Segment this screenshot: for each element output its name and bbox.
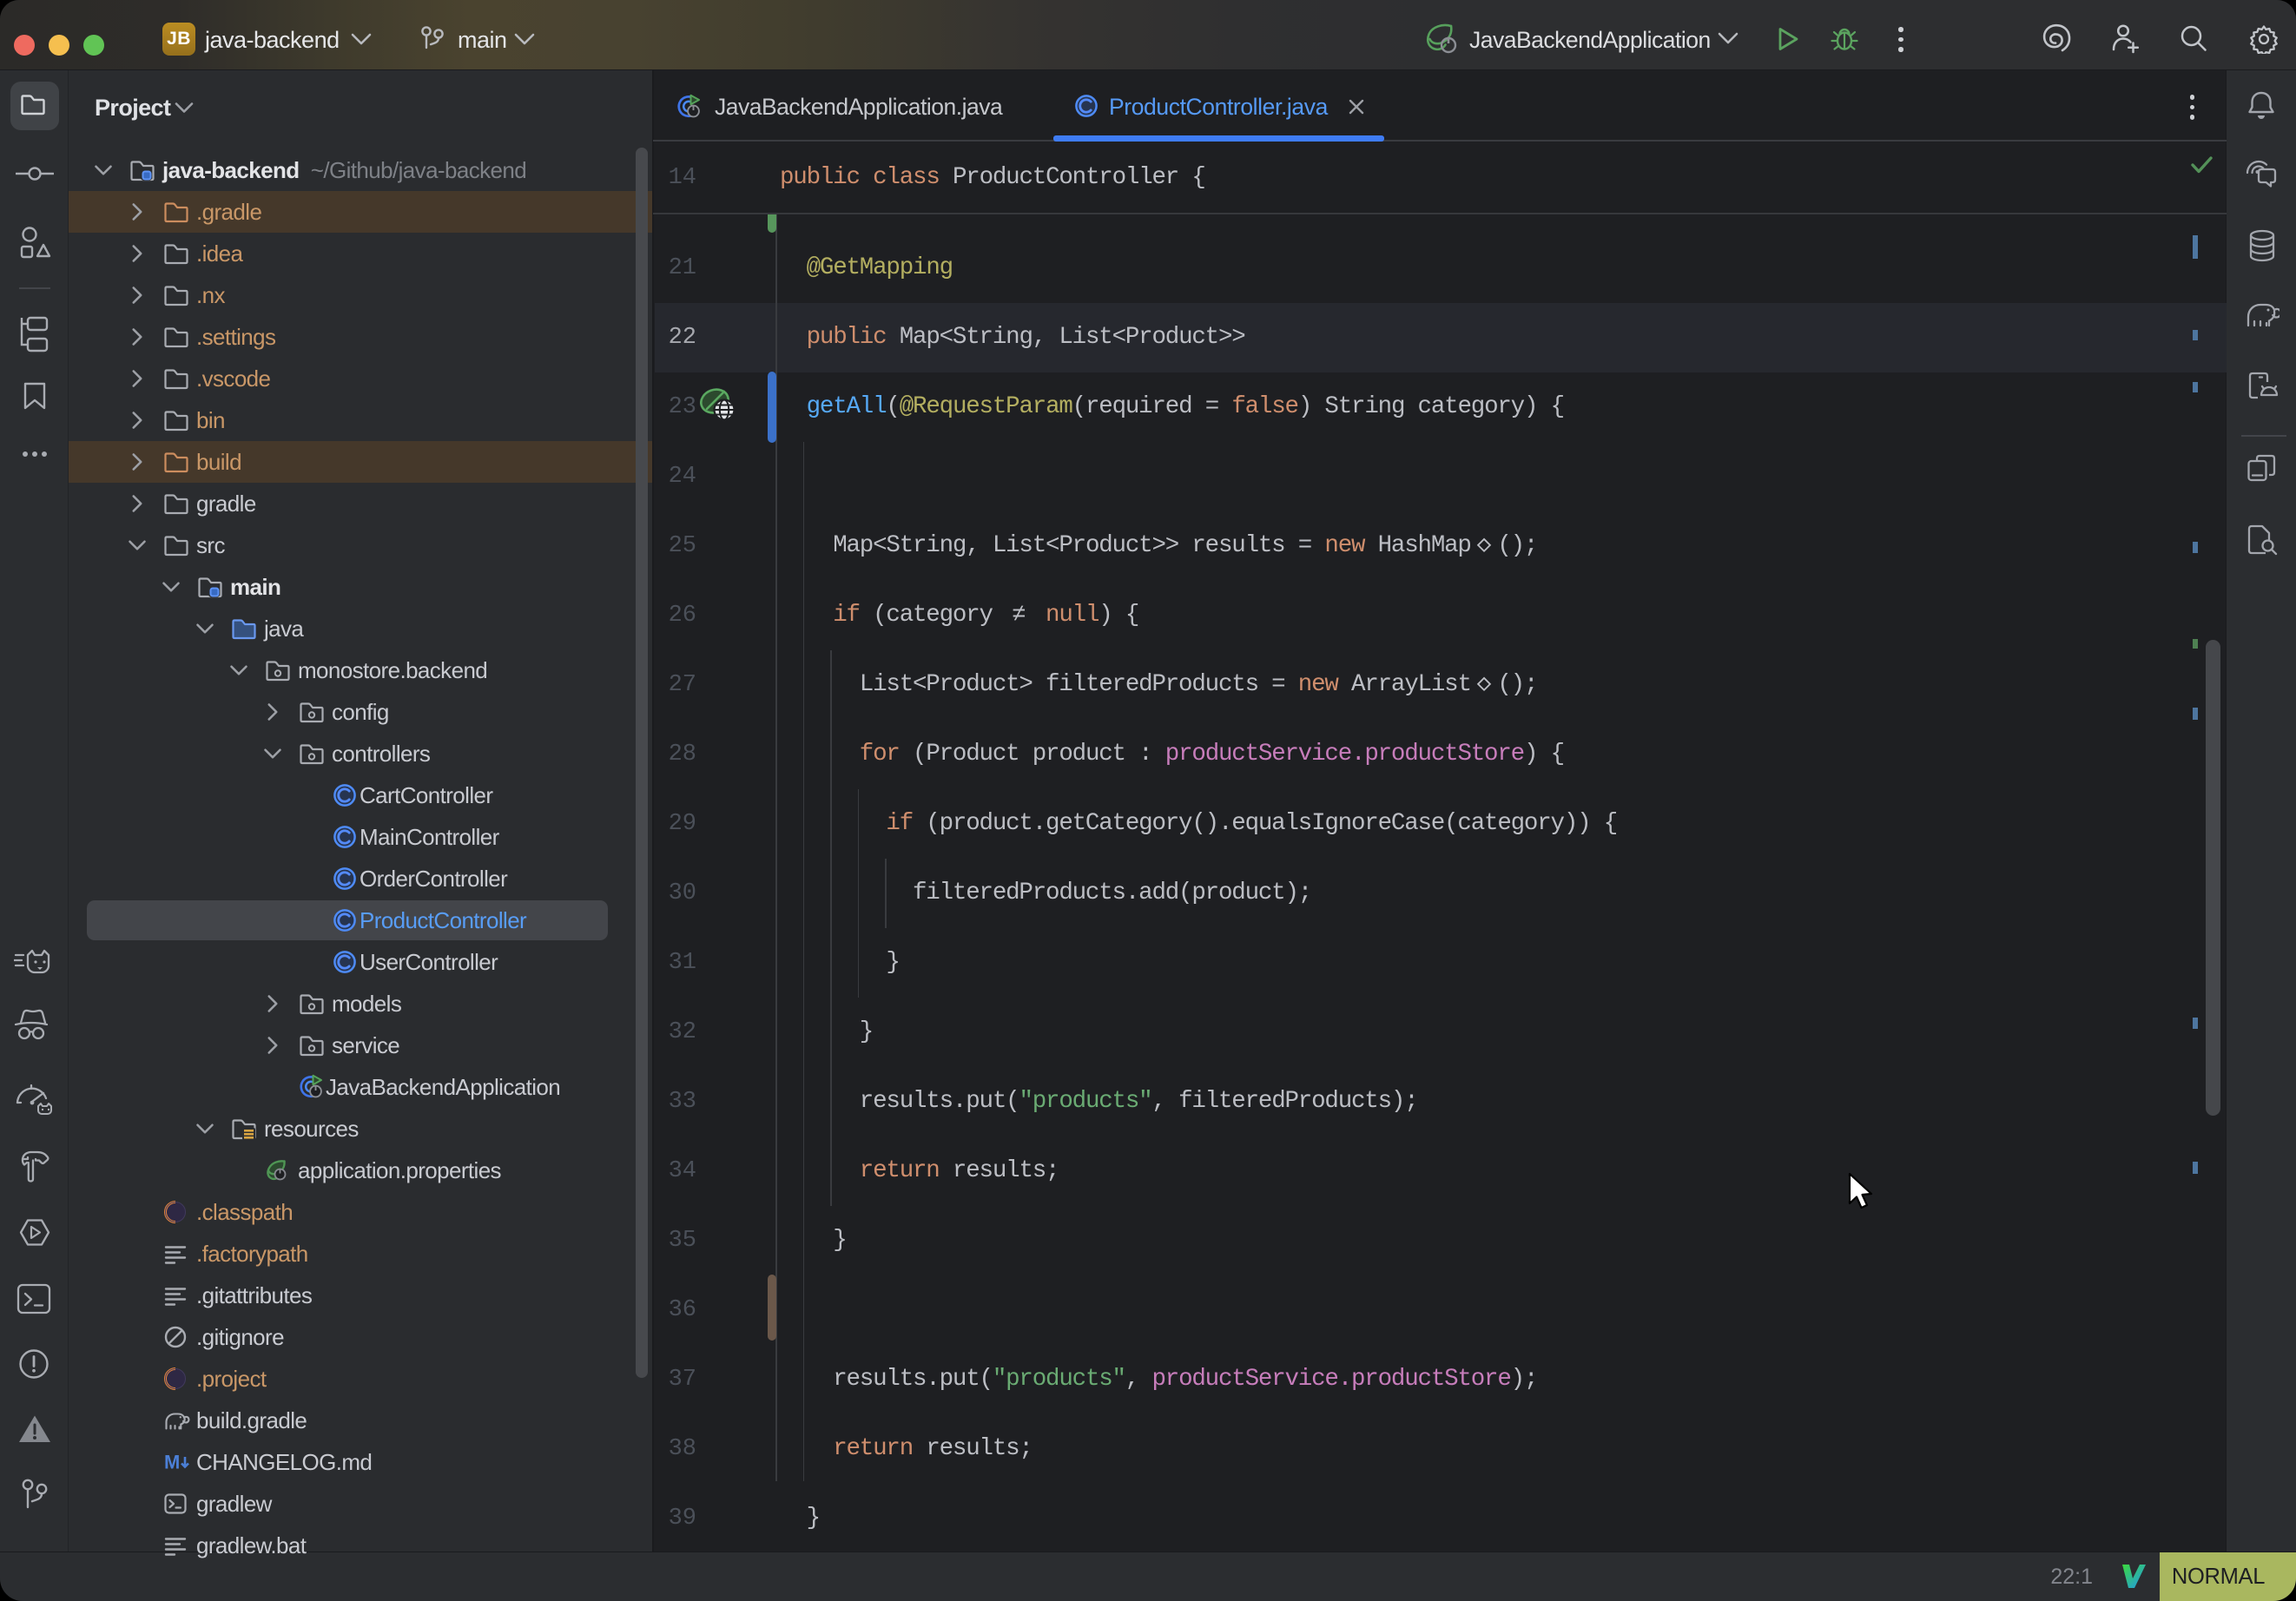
svg-text:M: M <box>164 1452 180 1473</box>
